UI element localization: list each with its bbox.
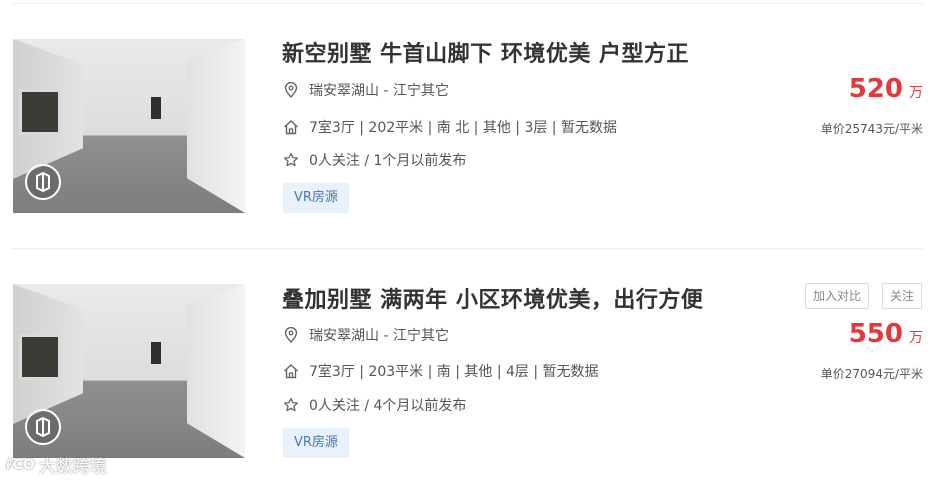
location-text[interactable]: 瑞安翠湖山 - 江宁其它 [309, 325, 449, 345]
star-icon [283, 397, 299, 413]
photo-wall [187, 284, 245, 458]
followers-text: 0人关注 / 1个月以前发布 [309, 153, 467, 169]
photo-door [151, 97, 161, 119]
listing-card[interactable]: 新空别墅 牛首山脚下 环境优美 户型方正 瑞安翠湖山 - 江宁其它 7室3厅 |… [0, 39, 949, 239]
house-icon [283, 363, 299, 379]
followers-row: 0人关注 / 4个月以前发布 [283, 395, 466, 415]
listing-divider [12, 248, 923, 249]
listing-photo[interactable] [13, 284, 245, 458]
add-compare-button[interactable]: 加入对比 [805, 283, 870, 309]
star-icon [283, 152, 299, 168]
vr-badge-icon[interactable] [25, 164, 61, 200]
location-pin-icon [283, 82, 299, 98]
photo-window [19, 89, 61, 135]
details-text: 7室3厅 | 203平米 | 南 | 其他 | 4层 | 暂无数据 [309, 364, 599, 380]
location-row: 瑞安翠湖山 - 江宁其它 [283, 80, 449, 100]
price-value: 550 [848, 319, 903, 349]
vr-badge-icon[interactable] [25, 409, 61, 445]
unit-price: 单价27094元/平米 [820, 367, 923, 381]
listing-card[interactable]: 叠加别墅 满两年 小区环境优美，出行方便 加入对比 关注 瑞安翠湖山 - 江宁其… [0, 282, 949, 484]
location-text[interactable]: 瑞安翠湖山 - 江宁其它 [309, 80, 449, 100]
listing-title[interactable]: 新空别墅 牛首山脚下 环境优美 户型方正 [282, 36, 689, 68]
vr-tag: VR房源 [283, 183, 349, 213]
photo-window [19, 334, 61, 380]
price-unit: 万 [909, 85, 923, 101]
location-row: 瑞安翠湖山 - 江宁其它 [283, 325, 449, 345]
details-row: 7室3厅 | 202平米 | 南 北 | 其他 | 3层 | 暂无数据 [283, 117, 617, 137]
follow-button[interactable]: 关注 [882, 283, 923, 309]
total-price: 550 万 [849, 319, 923, 349]
photo-wall [187, 39, 245, 213]
watermark-text: 大数跨境 [38, 457, 107, 477]
watermark-logo: ℓCO [6, 456, 35, 473]
vr-tag: VR房源 [283, 428, 349, 458]
location-pin-icon [283, 327, 299, 343]
photo-door [151, 342, 161, 364]
listing-photo[interactable] [13, 39, 245, 213]
house-icon [283, 119, 299, 135]
unit-price: 单价25743元/平米 [820, 122, 923, 136]
watermark: ℓCO 大数跨境 [6, 452, 107, 478]
followers-row: 0人关注 / 1个月以前发布 [283, 150, 466, 170]
price-unit: 万 [909, 330, 923, 346]
details-row: 7室3厅 | 203平米 | 南 | 其他 | 4层 | 暂无数据 [283, 361, 599, 381]
followers-text: 0人关注 / 4个月以前发布 [309, 398, 467, 414]
listing-title[interactable]: 叠加别墅 满两年 小区环境优美，出行方便 [282, 282, 703, 314]
top-divider [12, 3, 923, 4]
total-price: 520 万 [849, 74, 923, 104]
price-value: 520 [848, 74, 903, 104]
details-text: 7室3厅 | 202平米 | 南 北 | 其他 | 3层 | 暂无数据 [309, 120, 617, 136]
